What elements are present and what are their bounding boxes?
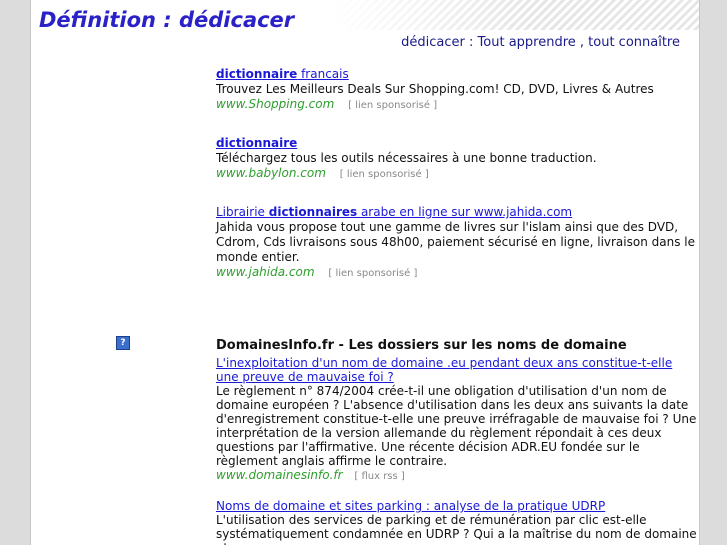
feed-rss-tag: [ flux rss ]	[354, 471, 405, 482]
page-container: Définition : dédicacer dédicacer : Tout …	[30, 0, 700, 545]
ad-sponsored-tag: [ lien sponsorisé ]	[339, 169, 429, 180]
feed-item-description: L'utilisation des services de parking et…	[216, 513, 697, 545]
ad-site[interactable]: www.Shopping.com	[216, 97, 334, 111]
rss-feed: DomainesInfo.fr - Les dossiers sur les n…	[216, 339, 698, 545]
feed-item-site[interactable]: www.domainesinfo.fr	[216, 468, 343, 482]
feed-heading: DomainesInfo.fr - Les dossiers sur les n…	[216, 338, 627, 353]
ad-description: Trouvez Les Meilleurs Deals Sur Shopping…	[216, 82, 654, 96]
ad-site[interactable]: www.jahida.com	[216, 265, 315, 279]
ad-site[interactable]: www.babylon.com	[216, 166, 326, 180]
sponsored-ad: dictionnaire francais Trouvez Les Meille…	[216, 67, 698, 113]
feed-item-description: Le règlement n° 874/2004 crée-t-il une o…	[216, 384, 697, 468]
ad-link[interactable]: dictionnaire francais	[216, 67, 349, 81]
ad-link[interactable]: dictionnaire	[216, 136, 297, 150]
feed-item: L'inexploitation d'un nom de domaine .eu…	[216, 356, 698, 484]
feed-item-title[interactable]: L'inexploitation d'un nom de domaine .eu…	[216, 356, 698, 384]
ad-link[interactable]: Librairie dictionnaires arabe en ligne s…	[216, 205, 572, 219]
ad-sponsored-tag: [ lien sponsorisé ]	[328, 268, 418, 279]
help-icon[interactable]: ?	[116, 336, 130, 350]
sponsored-ad: dictionnaire Téléchargez tous les outils…	[216, 136, 698, 182]
page-title: Définition : dédicacer	[39, 8, 295, 32]
ad-description: Jahida vous propose tout une gamme de li…	[216, 220, 695, 264]
feed-item: Noms de domaine et sites parking : analy…	[216, 499, 698, 545]
sponsored-ad: Librairie dictionnaires arabe en ligne s…	[216, 205, 698, 281]
ad-description: Téléchargez tous les outils nécessaires …	[216, 151, 597, 165]
feed-item-title[interactable]: Noms de domaine et sites parking : analy…	[216, 499, 698, 513]
page-subtitle: dédicacer : Tout apprendre , tout connaî…	[401, 35, 680, 50]
sponsored-links: dictionnaire francais Trouvez Les Meille…	[216, 67, 698, 304]
ad-sponsored-tag: [ lien sponsorisé ]	[348, 100, 438, 111]
